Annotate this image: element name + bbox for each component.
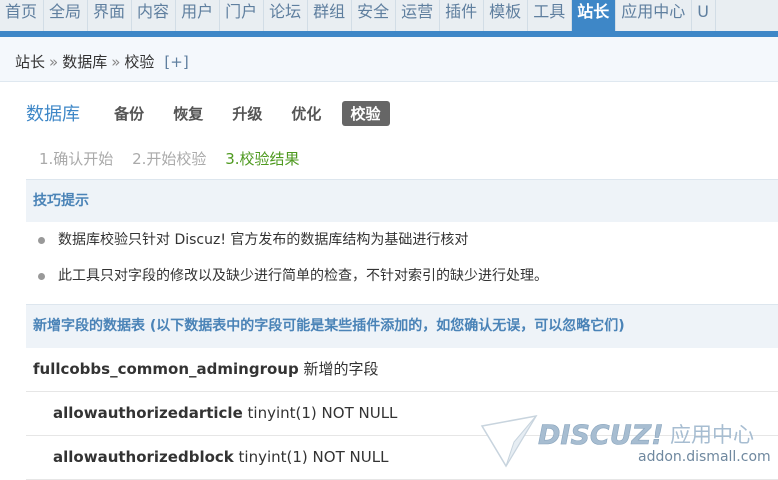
- top-nav-item-interface[interactable]: 界面: [88, 0, 133, 31]
- top-nav-item-home[interactable]: 首页: [0, 0, 45, 31]
- tab-backup[interactable]: 备份: [105, 101, 153, 126]
- breadcrumb-item-check: 校验: [124, 53, 155, 71]
- watermark-suffix: 应用中心: [670, 423, 754, 447]
- bullet-icon: [38, 237, 45, 244]
- top-nav-item-templates[interactable]: 模板: [484, 0, 529, 31]
- top-nav-item-portal[interactable]: 门户: [220, 0, 265, 31]
- breadcrumb-bar: 站长» 数据库» 校验 [+]: [0, 37, 778, 82]
- top-nav-item-security[interactable]: 安全: [352, 0, 397, 31]
- step-indicator: 1.确认开始 2.开始校验 3.校验结果: [39, 148, 314, 169]
- tip-item: 此工具只对字段的修改以及缺少进行简单的检查，不针对索引的缺少进行处理。: [38, 262, 758, 298]
- top-nav-item-groups[interactable]: 群组: [308, 0, 353, 31]
- step-check-result: 3.校验结果: [225, 150, 300, 168]
- tip-item: 数据库校验只针对 Discuz! 官方发布的数据库结构为基础进行核对: [38, 226, 758, 262]
- watermark-url: addon.dismall.com: [638, 449, 771, 465]
- tab-check[interactable]: 校验: [341, 100, 390, 126]
- top-nav-item-admin[interactable]: 站长: [572, 0, 617, 31]
- field-type: tinyint(1) NOT NULL: [247, 404, 398, 422]
- top-nav-item-forum[interactable]: 论坛: [264, 0, 309, 31]
- tip-text: 此工具只对字段的修改以及缺少进行简单的检查，不针对索引的缺少进行处理。: [58, 268, 548, 284]
- field-name: allowauthorizedblock: [53, 448, 234, 466]
- add-shortcut-button[interactable]: [+]: [164, 53, 188, 71]
- top-nav-item-ucenter[interactable]: U: [692, 0, 716, 31]
- top-nav-item-global[interactable]: 全局: [44, 0, 89, 31]
- breadcrumb: 站长» 数据库» 校验 [+]: [15, 51, 189, 72]
- top-nav-item-plugins[interactable]: 插件: [440, 0, 485, 31]
- step-confirm: 1.确认开始: [39, 150, 114, 168]
- top-nav-item-operations[interactable]: 运营: [396, 0, 441, 31]
- table-note: 新增的字段: [303, 360, 379, 378]
- tab-optimize[interactable]: 优化: [282, 101, 330, 126]
- top-nav-item-tools[interactable]: 工具: [528, 0, 573, 31]
- watermark-logo: DISCUZ! 应用中心 addon.dismall.com: [480, 414, 771, 468]
- page-title: 数据库: [26, 104, 80, 125]
- tips-list: 数据库校验只针对 Discuz! 官方发布的数据库结构为基础进行核对 此工具只对…: [38, 226, 758, 298]
- tab-upgrade[interactable]: 升级: [223, 101, 271, 126]
- top-nav-item-app-center[interactable]: 应用中心: [616, 0, 693, 31]
- paper-plane-icon: [480, 414, 538, 468]
- bullet-icon: [38, 273, 45, 280]
- tips-heading: 技巧提示: [26, 179, 778, 222]
- breadcrumb-separator: »: [49, 53, 59, 71]
- tab-restore[interactable]: 恢复: [164, 101, 212, 126]
- tip-text: 数据库校验只针对 Discuz! 官方发布的数据库结构为基础进行核对: [58, 232, 469, 248]
- step-start-check: 2.开始校验: [132, 150, 207, 168]
- breadcrumb-item-admin[interactable]: 站长: [15, 53, 45, 71]
- top-nav: 首页 全局 界面 内容 用户 门户 论坛 群组 安全 运营 插件 模板 工具 站长 应用中心 U: [0, 0, 778, 31]
- watermark-brand: DISCUZ!: [538, 420, 664, 451]
- table-row: fullcobbs_common_admingroup 新增的字段: [26, 348, 778, 392]
- top-nav-item-content[interactable]: 内容: [132, 0, 177, 31]
- breadcrumb-item-database[interactable]: 数据库: [62, 53, 107, 71]
- field-type: tinyint(1) NOT NULL: [238, 448, 389, 466]
- added-fields-heading: 新增字段的数据表 (以下数据表中的字段可能是某些插件添加的，如您确认无误，可以忽…: [26, 304, 778, 348]
- field-name: allowauthorizedarticle: [53, 404, 243, 422]
- breadcrumb-separator: »: [111, 53, 121, 71]
- table-name: fullcobbs_common_admingroup: [33, 360, 299, 378]
- sub-nav: 数据库 备份 恢复 升级 优化 校验: [26, 100, 396, 126]
- top-nav-item-users[interactable]: 用户: [176, 0, 221, 31]
